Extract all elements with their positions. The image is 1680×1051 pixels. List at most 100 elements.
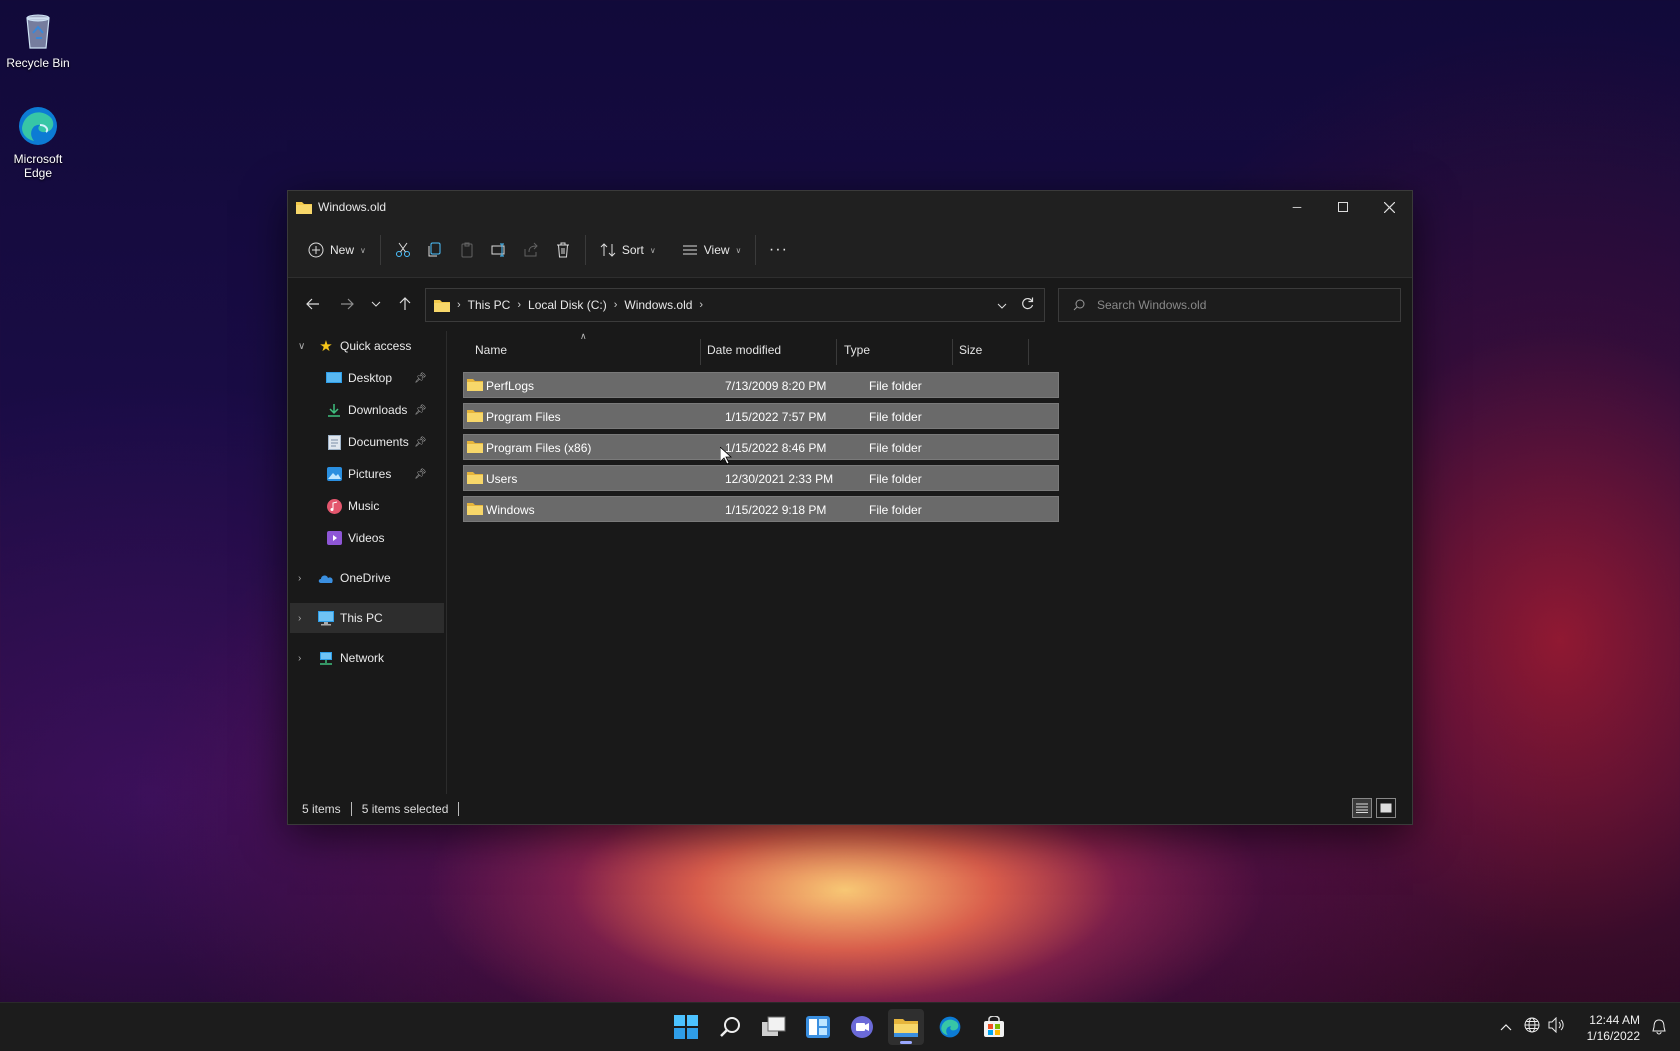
view-icon xyxy=(682,245,697,255)
nav-item-pictures[interactable]: Pictures 📌︎ xyxy=(288,459,446,489)
details-view-button[interactable] xyxy=(1352,798,1372,818)
pin-icon: 📌︎ xyxy=(414,372,427,384)
task-view-button[interactable] xyxy=(756,1009,792,1045)
chevron-up-icon xyxy=(1500,1024,1512,1031)
rename-button[interactable] xyxy=(483,233,515,267)
notification-button[interactable] xyxy=(1652,1019,1666,1040)
maximize-icon xyxy=(1338,202,1348,212)
column-divider[interactable] xyxy=(952,339,953,365)
clock[interactable]: 12:44 AM 1/16/2022 xyxy=(1587,1012,1640,1044)
column-divider[interactable] xyxy=(836,339,837,365)
sort-button[interactable]: Sort ∨ xyxy=(592,233,664,267)
column-header-name[interactable]: Name xyxy=(475,343,507,357)
nav-network[interactable]: › Network xyxy=(288,643,446,673)
nav-network-label: Network xyxy=(340,651,385,665)
start-icon xyxy=(674,1015,698,1039)
paste-button[interactable] xyxy=(451,233,483,267)
breadcrumb-windows-old[interactable]: Windows.old xyxy=(624,298,692,312)
close-button[interactable] xyxy=(1366,191,1412,223)
column-header-type[interactable]: Type xyxy=(844,343,870,357)
delete-button[interactable] xyxy=(547,233,579,267)
file-explorer-button[interactable] xyxy=(888,1009,924,1045)
paste-icon xyxy=(461,242,473,258)
network-status-button[interactable] xyxy=(1524,1017,1540,1038)
edge-icon xyxy=(939,1016,961,1038)
recycle-bin-label: Recycle Bin xyxy=(6,56,70,70)
maximize-button[interactable] xyxy=(1320,191,1366,223)
nav-item-documents[interactable]: Documents 📌︎ xyxy=(288,427,446,457)
table-row[interactable]: Program Files 1/15/2022 7:57 PM File fol… xyxy=(463,403,1059,429)
new-label: New xyxy=(330,243,355,257)
widgets-button[interactable] xyxy=(800,1009,836,1045)
file-type: File folder xyxy=(869,503,922,517)
nav-item-videos[interactable]: Videos xyxy=(288,523,446,553)
more-options-button[interactable]: ··· xyxy=(762,233,794,267)
videos-icon xyxy=(326,530,342,546)
nav-item-label: Pictures xyxy=(348,467,392,481)
search-button[interactable] xyxy=(712,1009,748,1045)
start-button[interactable] xyxy=(668,1009,704,1045)
tiles-view-button[interactable] xyxy=(1376,798,1396,818)
cut-button[interactable] xyxy=(387,233,419,267)
table-row[interactable]: Program Files (x86) 1/15/2022 8:46 PM Fi… xyxy=(463,434,1059,460)
folder-icon xyxy=(467,503,483,515)
nav-item-music[interactable]: Music xyxy=(288,491,446,521)
column-divider[interactable] xyxy=(1028,339,1029,365)
nav-item-downloads[interactable]: Downloads 📌︎ xyxy=(288,395,446,425)
new-button[interactable]: New ∨ xyxy=(300,233,374,267)
chevron-right-icon: › xyxy=(613,299,618,311)
store-button[interactable] xyxy=(976,1009,1012,1045)
file-date: 1/15/2022 9:18 PM xyxy=(725,503,827,517)
chevron-right-icon: › xyxy=(457,299,461,311)
toolbar-divider xyxy=(379,235,381,265)
nav-item-desktop[interactable]: Desktop 📌︎ xyxy=(288,363,446,393)
sort-icon xyxy=(600,243,616,257)
column-header-date[interactable]: Date modified xyxy=(707,343,781,357)
address-history-button[interactable] xyxy=(997,298,1007,312)
file-type: File folder xyxy=(869,441,922,455)
nav-quick-access[interactable]: ∨ ★ Quick access xyxy=(288,331,446,361)
file-type: File folder xyxy=(869,410,922,424)
onedrive-icon xyxy=(318,570,334,586)
nav-this-pc[interactable]: › This PC xyxy=(290,603,444,633)
file-name: Program Files xyxy=(486,410,561,424)
volume-button[interactable] xyxy=(1548,1016,1566,1038)
show-hidden-icons-button[interactable] xyxy=(1500,1018,1512,1036)
copy-button[interactable] xyxy=(419,233,451,267)
search-input[interactable] xyxy=(1095,297,1389,313)
breadcrumb-local-disk[interactable]: Local Disk (C:) xyxy=(528,298,607,312)
widgets-icon xyxy=(806,1016,830,1038)
breadcrumb-this-pc[interactable]: This PC xyxy=(468,298,511,312)
table-row[interactable]: PerfLogs 7/13/2009 8:20 PM File folder xyxy=(463,372,1059,398)
table-row[interactable]: Users 12/30/2021 2:33 PM File folder xyxy=(463,465,1059,491)
file-name: PerfLogs xyxy=(486,379,535,393)
address-bar[interactable]: › This PC › Local Disk (C:) › Windows.ol… xyxy=(425,288,1045,322)
title-bar[interactable]: Windows.old ─ xyxy=(288,191,1412,223)
back-button[interactable] xyxy=(296,288,330,320)
share-button[interactable] xyxy=(515,233,547,267)
view-button[interactable]: View ∨ xyxy=(674,233,750,267)
nav-item-label: Documents xyxy=(348,435,409,449)
up-button[interactable] xyxy=(388,288,422,320)
task-view-icon xyxy=(762,1016,786,1036)
column-divider[interactable] xyxy=(700,339,701,365)
refresh-button[interactable] xyxy=(1021,297,1034,313)
file-type: File folder xyxy=(869,379,922,393)
downloads-icon xyxy=(326,402,342,418)
mouse-cursor-icon xyxy=(720,447,732,465)
system-tray xyxy=(1500,1003,1566,1051)
forward-button[interactable] xyxy=(330,288,364,320)
edge-button[interactable] xyxy=(932,1009,968,1045)
file-date: 7/13/2009 8:20 PM xyxy=(725,379,827,393)
desktop-icon-edge[interactable]: Microsoft Edge xyxy=(0,104,76,180)
search-box[interactable] xyxy=(1058,288,1401,322)
table-row[interactable]: Windows 1/15/2022 9:18 PM File folder xyxy=(463,496,1059,522)
minimize-button[interactable]: ─ xyxy=(1274,191,1320,223)
back-arrow-icon xyxy=(306,298,319,310)
nav-onedrive[interactable]: › OneDrive xyxy=(288,563,446,593)
recent-locations-button[interactable] xyxy=(364,288,388,320)
column-header-size[interactable]: Size xyxy=(959,343,982,357)
chat-button[interactable] xyxy=(844,1009,880,1045)
desktop-icon-recycle-bin[interactable]: Recycle Bin xyxy=(0,8,76,70)
nav-item-label: Videos xyxy=(348,531,385,545)
